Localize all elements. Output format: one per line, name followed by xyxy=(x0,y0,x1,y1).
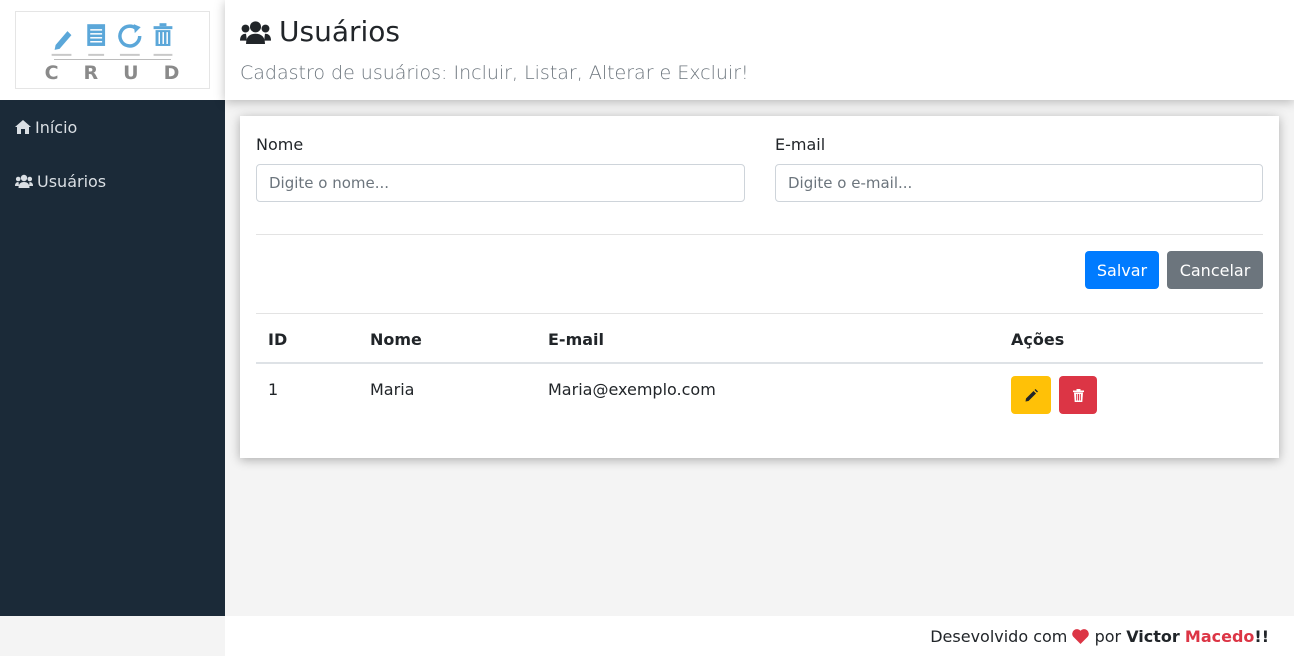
logo-icons xyxy=(51,23,173,56)
footer-prefix: Desevolvido com xyxy=(930,627,1068,646)
cell-email: Maria@exemplo.com xyxy=(548,380,716,399)
users-icon xyxy=(240,20,271,44)
footer: Desevolvido com por Victor Macedo !! xyxy=(225,616,1294,656)
column-header-id: ID xyxy=(268,330,288,349)
email-label: E-mail xyxy=(775,135,826,154)
table-top-divider xyxy=(256,313,1263,314)
save-button[interactable]: Salvar xyxy=(1085,251,1159,289)
logo-divider xyxy=(54,59,171,60)
form-divider xyxy=(256,234,1263,235)
footer-suffix: !! xyxy=(1254,627,1269,646)
user-form-card: Nome E-mail Salvar Cancelar ID Nome E-ma… xyxy=(240,116,1279,458)
delete-button[interactable] xyxy=(1059,376,1097,414)
email-input[interactable] xyxy=(775,164,1263,202)
page-subtitle: Cadastro de usuários: Incluir, Listar, A… xyxy=(240,62,749,84)
author-first-name: Victor xyxy=(1126,627,1180,646)
home-icon xyxy=(15,120,31,134)
footer-credit: Desevolvido com por Victor Macedo !! xyxy=(930,627,1269,646)
footer-middle: por xyxy=(1094,627,1122,646)
author-last-name: Macedo xyxy=(1184,627,1255,646)
heart-icon xyxy=(1072,629,1090,644)
users-icon xyxy=(15,174,33,188)
name-input[interactable] xyxy=(256,164,745,202)
cancel-button[interactable]: Cancelar xyxy=(1167,251,1263,289)
sidebar-item-label: Usuários xyxy=(37,171,107,191)
table-header-border xyxy=(256,362,1263,364)
name-label: Nome xyxy=(256,135,304,154)
page-header: Usuários Cadastro de usuários: Incluir, … xyxy=(225,0,1294,100)
cell-id: 1 xyxy=(268,380,279,399)
sidebar-item-label: Início xyxy=(35,117,78,137)
sidebar: Início Usuários xyxy=(0,100,225,616)
crud-logo[interactable]: CRUD xyxy=(15,11,210,89)
logo-area: CRUD xyxy=(0,0,225,100)
logo-text: CRUD xyxy=(44,62,205,84)
column-header-email: E-mail xyxy=(548,330,605,349)
trash-icon xyxy=(1072,388,1084,402)
pencil-icon xyxy=(1025,388,1038,401)
page-title-text: Usuários xyxy=(279,15,400,48)
edit-button[interactable] xyxy=(1011,376,1051,414)
page-title: Usuários xyxy=(240,15,400,48)
column-header-nome: Nome xyxy=(370,330,422,349)
cell-name: Maria xyxy=(370,380,415,399)
column-header-acoes: Ações xyxy=(1011,330,1065,349)
sidebar-item-usuarios[interactable]: Usuários xyxy=(15,170,106,192)
sidebar-item-inicio[interactable]: Início xyxy=(15,116,77,138)
